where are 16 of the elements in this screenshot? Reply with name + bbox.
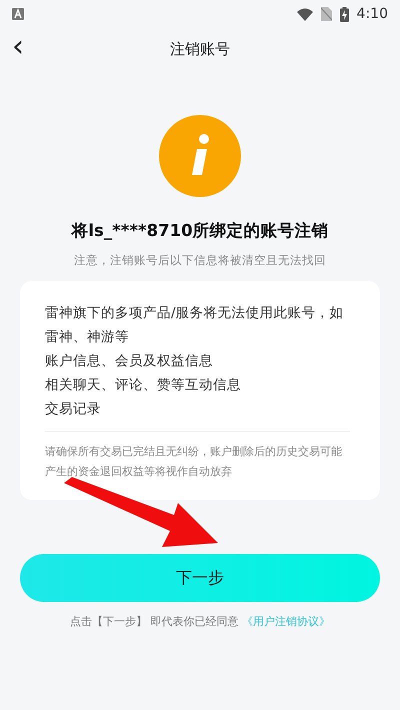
wifi-icon [296,8,313,20]
info-item: 交易记录 [45,400,102,419]
no-sim-icon [320,7,332,21]
info-item: 雷神旗下的多项产品/服务将无法使用此账号，如雷神、神游等 [45,304,345,347]
info-icon [159,115,241,197]
agreement-text: 点击【下一步】 即代表你已经同意 《用户注销协议》 [69,614,331,630]
clock-time: 4:10 [356,4,388,24]
next-button[interactable]: 下一步 [20,554,380,602]
account-heading: 将ls_****8710所绑定的账号注销 [70,220,330,242]
battery-charging-icon [340,6,349,22]
info-item: 账户信息、会员及权益信息 [45,352,214,371]
page-title: 注销账号 [170,38,230,60]
info-item: 相关聊天、评论、赞等互动信息 [45,376,242,395]
back-button[interactable]: ‹ [8,32,28,62]
app-notification-icon [12,8,24,20]
warning-subtitle: 注意，注销账号后以下信息将被清空且无法找回 [73,252,327,269]
